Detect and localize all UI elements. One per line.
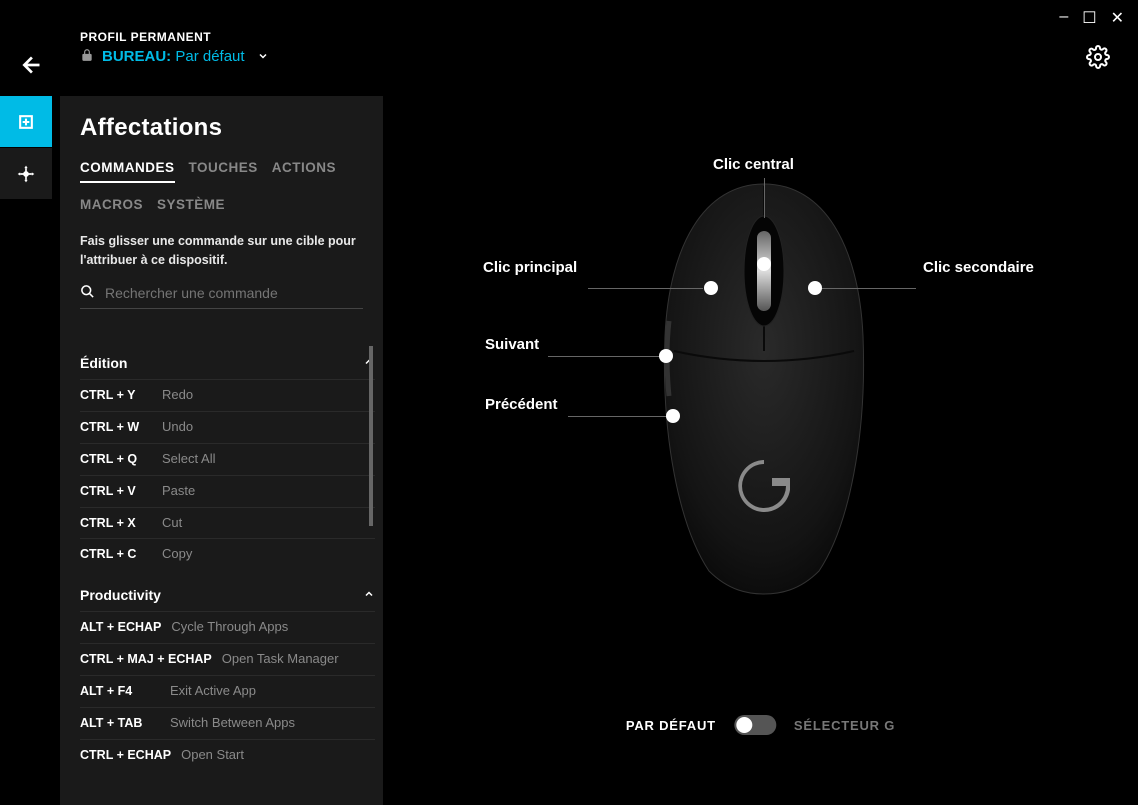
profile-type-label: PROFIL PERMANENT <box>80 30 269 44</box>
lead-primary <box>588 288 703 289</box>
panel-title: Affectations <box>80 114 363 142</box>
search-input[interactable] <box>105 285 363 301</box>
panel-hint: Fais glisser une commande sur une cible … <box>80 232 363 270</box>
lead-forward <box>548 356 660 357</box>
dot-primary[interactable] <box>704 281 718 295</box>
label-secondary: Clic secondaire <box>923 259 1034 276</box>
chevron-up-icon <box>363 588 375 603</box>
label-primary: Clic principal <box>483 259 577 276</box>
section-edition-head[interactable]: Édition <box>80 346 375 379</box>
cmd-undo[interactable]: CTRL + WUndo <box>80 411 375 443</box>
cmd-paste[interactable]: CTRL + VPaste <box>80 475 375 507</box>
section-productivity-title: Productivity <box>80 587 161 603</box>
mode-toggle-row: PAR DÉFAUT SÉLECTEUR G <box>626 715 895 735</box>
cmd-cut[interactable]: CTRL + XCut <box>80 507 375 539</box>
section-edition-title: Édition <box>80 355 127 371</box>
cmd-cycle-apps[interactable]: ALT + ECHAPCycle Through Apps <box>80 611 375 643</box>
lead-secondary <box>821 288 916 289</box>
cmd-exit-app[interactable]: ALT + F4Exit Active App <box>80 675 375 707</box>
dot-back[interactable] <box>666 409 680 423</box>
dot-secondary[interactable] <box>808 281 822 295</box>
mode-toggle[interactable] <box>734 715 776 735</box>
search-row <box>80 284 363 309</box>
chevron-down-icon <box>257 49 269 65</box>
mouse-image <box>649 176 879 596</box>
cmd-copy[interactable]: CTRL + CCopy <box>80 538 375 570</box>
lead-back <box>568 416 668 417</box>
rail-sensitivity[interactable] <box>0 148 52 200</box>
profile-name: BUREAU: Par défaut <box>102 48 245 65</box>
mode-default-label: PAR DÉFAUT <box>626 718 716 733</box>
mode-gselector-label: SÉLECTEUR G <box>794 718 895 733</box>
maximize-button[interactable]: ☐ <box>1082 8 1096 28</box>
tab-systeme[interactable]: SYSTÈME <box>157 197 225 218</box>
profile-header: PROFIL PERMANENT BUREAU: Par défaut <box>80 30 269 65</box>
label-center: Clic central <box>713 156 794 173</box>
close-button[interactable]: ✕ <box>1111 8 1124 28</box>
section-productivity-head[interactable]: Productivity <box>80 578 375 611</box>
tab-actions[interactable]: ACTIONS <box>272 160 336 183</box>
label-forward: Suivant <box>485 336 539 353</box>
cmd-switch-apps[interactable]: ALT + TABSwitch Between Apps <box>80 707 375 739</box>
assignments-panel: Affectations COMMANDES TOUCHES ACTIONS M… <box>60 96 383 805</box>
panel-tabs: COMMANDES TOUCHES ACTIONS MACROS SYSTÈME <box>80 160 363 218</box>
rail-assignments[interactable] <box>0 96 52 148</box>
cmd-task-manager[interactable]: CTRL + MAJ + ECHAPOpen Task Manager <box>80 643 375 675</box>
label-back: Précédent <box>485 396 558 413</box>
tab-macros[interactable]: MACROS <box>80 197 143 218</box>
tab-touches[interactable]: TOUCHES <box>189 160 258 183</box>
cmd-select-all[interactable]: CTRL + QSelect All <box>80 443 375 475</box>
back-button[interactable] <box>20 52 46 85</box>
minimize-button[interactable]: – <box>1059 8 1068 28</box>
cmd-redo[interactable]: CTRL + YRedo <box>80 379 375 411</box>
profile-selector[interactable]: BUREAU: Par défaut <box>80 48 269 65</box>
command-list[interactable]: Édition CTRL + YRedo CTRL + WUndo CTRL +… <box>80 346 375 805</box>
tab-commandes[interactable]: COMMANDES <box>80 160 175 183</box>
device-view: Clic central Clic principal Clic seconda… <box>383 96 1138 805</box>
settings-button[interactable] <box>1086 45 1110 75</box>
cmd-open-start[interactable]: CTRL + ECHAPOpen Start <box>80 739 375 771</box>
scrollbar-thumb[interactable] <box>369 346 373 526</box>
dot-forward[interactable] <box>659 349 673 363</box>
search-icon <box>80 284 95 302</box>
dot-center[interactable] <box>757 257 771 271</box>
window-controls: – ☐ ✕ <box>1045 0 1138 36</box>
lock-icon <box>80 48 94 65</box>
side-rail <box>0 96 52 200</box>
lead-center <box>764 178 765 218</box>
